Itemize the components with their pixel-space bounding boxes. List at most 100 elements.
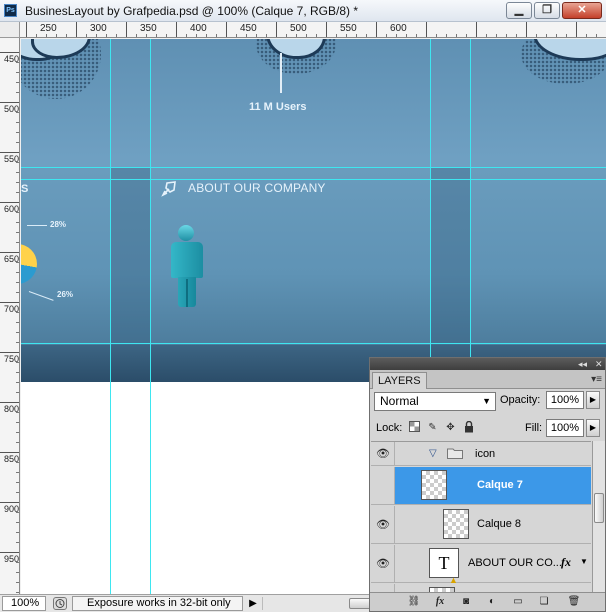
layer-row-group[interactable]: 👁 ▽ icon [371, 442, 591, 466]
trash-icon[interactable]: 🗑 [566, 595, 582, 609]
ruler-tick-label: 400 [190, 23, 207, 34]
chevron-down-icon[interactable]: ▽ [429, 448, 437, 459]
layer-thumbnail [443, 509, 469, 539]
opacity-slider-arrow-icon[interactable]: ▶ [586, 391, 600, 409]
layer-effects-icon[interactable]: fx [561, 555, 571, 570]
layer-row-text[interactable]: 👁 T ▲ ABOUT OUR CO... fx ▼ [371, 545, 591, 585]
visibility-toggle[interactable] [371, 584, 395, 592]
ruler-tick-label: 700 [4, 304, 20, 314]
visibility-toggle[interactable]: 👁 [371, 506, 395, 543]
window-controls: ▁ ❐ ✕ [506, 2, 602, 19]
tab-layers[interactable]: LAYERS [372, 372, 427, 389]
horizontal-ruler[interactable]: 250 300 350 400 450 500 550 600 [20, 22, 606, 38]
close-panel-icon[interactable]: ✕ [595, 358, 603, 370]
opacity-field[interactable]: 100% [546, 391, 584, 409]
column-shade [430, 167, 470, 345]
lock-position-icon[interactable]: ✥ [444, 421, 457, 434]
ruler-tick-label: 750 [4, 354, 20, 364]
status-message: Exposure works in 32-bit only [72, 596, 243, 611]
minimize-button[interactable]: ▁ [506, 2, 532, 19]
adjustment-layer-icon[interactable]: ◐ [484, 595, 500, 609]
layer-name: Calque 8 [477, 518, 522, 530]
ruler-tick-label: 250 [40, 23, 57, 34]
layer-row-selected[interactable]: Calque 7 [371, 467, 591, 505]
layer-row-partial[interactable] [371, 584, 591, 592]
panel-footer: ⛓ fx ◙ ◐ ▭ ❏ 🗑 [370, 592, 605, 611]
zoom-field[interactable]: 100% [2, 596, 46, 611]
pointer-line [280, 53, 282, 93]
guide-line-vertical[interactable] [150, 39, 151, 594]
close-icon: ✕ [577, 4, 587, 16]
about-company-heading: ABOUT OUR COMPANY [188, 181, 326, 195]
ruler-tick-label: 500 [290, 23, 307, 34]
lock-transparent-pixels-icon[interactable] [408, 421, 421, 434]
ruler-tick-label: 450 [240, 23, 257, 34]
add-mask-icon[interactable]: ◙ [458, 595, 474, 609]
rocket-icon [161, 179, 179, 197]
new-group-icon[interactable]: ▭ [510, 595, 526, 609]
visibility-toggle[interactable]: 👁 [371, 545, 395, 582]
layer-name: Calque 7 [477, 479, 523, 491]
guide-line-horizontal[interactable] [21, 179, 606, 180]
pie-percent-bottom: 26% [57, 290, 74, 299]
person-figure-icon [170, 225, 204, 311]
blend-mode-select[interactable]: Normal ▼ [374, 392, 496, 411]
lock-label: Lock: [376, 422, 403, 434]
lock-image-pixels-icon[interactable]: ✎ [426, 421, 439, 434]
restore-button[interactable]: ❐ [534, 2, 560, 19]
minimize-icon: ▁ [514, 4, 524, 16]
ruler-tick-label: 650 [4, 254, 20, 264]
document-info-icon[interactable] [53, 597, 67, 610]
link-layers-icon[interactable]: ⛓ [406, 595, 422, 609]
layer-name: icon [475, 448, 496, 460]
scrollbar-thumb[interactable] [594, 493, 604, 523]
status-menu-arrow-icon[interactable]: ▶ [246, 597, 260, 610]
layers-scrollbar[interactable] [592, 441, 605, 592]
chevron-down-icon[interactable]: ▼ [580, 557, 588, 566]
title-bar: Ps BusinesLayout by Grafpedia.psd @ 100%… [0, 0, 606, 22]
ruler-tick-label: 350 [140, 23, 157, 34]
pie-percent-top: 28% [50, 220, 67, 229]
ruler-origin[interactable] [0, 22, 20, 38]
eye-icon: 👁 [376, 519, 390, 531]
layers-list: 👁 ▽ icon Calque 7 👁 Calque 8 👁 T ▲ ABOUT… [371, 441, 591, 592]
scrollbar-thumb[interactable] [349, 598, 371, 609]
fill-label: Fill: [525, 422, 543, 434]
panel-menu-icon[interactable]: ▾≡ [591, 374, 602, 385]
figure-legs [178, 277, 196, 307]
restore-icon: ❐ [542, 4, 552, 16]
photoshop-icon[interactable]: Ps [4, 4, 17, 17]
close-button[interactable]: ✕ [562, 2, 602, 19]
guide-line-horizontal[interactable] [21, 167, 606, 168]
horizontal-scrollbar[interactable] [262, 597, 371, 610]
layer-row[interactable]: 👁 Calque 8 [371, 506, 591, 544]
ruler-tick-label: 550 [340, 23, 357, 34]
new-layer-icon[interactable]: ❏ [536, 595, 552, 609]
lock-all-icon[interactable] [462, 420, 475, 434]
layer-thumbnail [421, 470, 447, 500]
column-shade [110, 167, 150, 345]
add-layer-style-icon[interactable]: fx [432, 595, 448, 609]
collapse-panel-icon[interactable]: ◂◂ [578, 358, 587, 370]
users-stat-label: 11 M Users [249, 101, 307, 113]
ruler-tick-label: 600 [390, 23, 407, 34]
ruler-tick-label: 300 [90, 23, 107, 34]
vertical-ruler[interactable]: 450 500 550 600 650 700 750 800 850 900 … [0, 38, 20, 594]
visibility-toggle[interactable]: 👁 [371, 442, 395, 465]
ruler-tick-label: 450 [4, 54, 20, 64]
blend-mode-value: Normal [380, 394, 419, 408]
ruler-tick-label: 800 [4, 404, 20, 414]
fill-field[interactable]: 100% [546, 419, 584, 437]
ruler-tick-label: 600 [4, 204, 20, 214]
chevron-down-icon: ▼ [482, 396, 491, 406]
opacity-label: Opacity: [500, 394, 541, 406]
visibility-toggle[interactable] [371, 467, 395, 504]
figure-body [171, 242, 203, 278]
layer-name: ABOUT OUR CO... [468, 557, 562, 569]
design-artwork: 11 M Users S ABOUT OUR COMPANY 28% 26% [21, 39, 606, 382]
text-layer-thumbnail: T ▲ [429, 548, 459, 585]
fill-slider-arrow-icon[interactable]: ▶ [586, 419, 600, 437]
guide-line-vertical[interactable] [110, 39, 111, 594]
text-layer-icon: T [438, 553, 450, 573]
guide-line-horizontal[interactable] [21, 343, 606, 344]
